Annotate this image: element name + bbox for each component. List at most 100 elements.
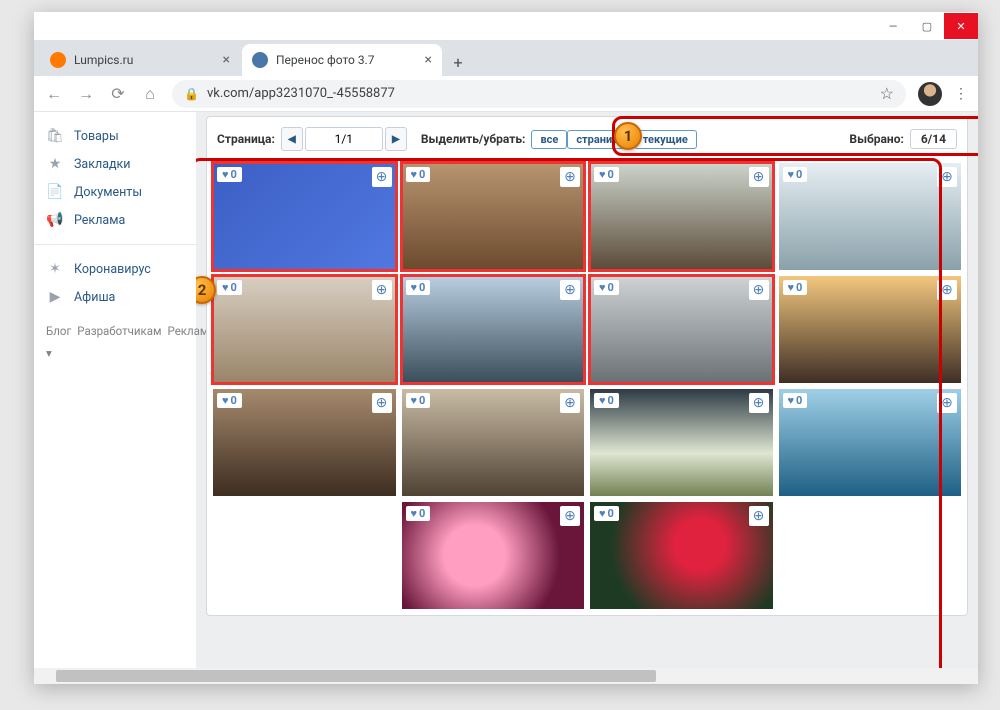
like-badge[interactable]: ♥0 [783,167,808,182]
zoom-icon[interactable]: ⊕ [372,167,392,187]
zoom-icon[interactable]: ⊕ [937,280,957,300]
favicon [252,52,268,68]
heart-icon: ♥ [411,507,418,520]
like-badge[interactable]: ♥0 [594,506,619,521]
like-count: 0 [231,281,237,294]
zoom-icon[interactable]: ⊕ [372,280,392,300]
h-scrollbar[interactable] [34,668,978,684]
heart-icon: ♥ [222,168,229,181]
like-badge[interactable]: ♥0 [406,506,431,521]
photo-thumb[interactable]: ♥0 ⊕ [213,163,396,270]
like-badge[interactable]: ♥0 [406,167,431,182]
vk-sidebar: 🛍Товары★Закладки 📄 Документы 📢Реклама ✶ Коро… [34,112,196,684]
photo-thumb[interactable]: ♥0 ⊕ [590,502,773,609]
sidebar-label: Товары [74,129,119,144]
like-count: 0 [608,394,614,407]
zoom-icon[interactable]: ⊕ [937,393,957,413]
nav-reload-icon[interactable]: ⟳ [108,84,128,103]
menu-icon[interactable]: ⋮ [954,86,968,102]
heart-icon: ♥ [222,394,229,407]
select-chip[interactable]: страница [567,130,633,149]
photo-thumb[interactable]: ♥0 ⊕ [402,389,585,496]
maximize-button[interactable]: ▢ [910,13,944,39]
nav-back-icon[interactable]: ← [44,84,64,104]
footer-link[interactable]: Разработчикам [77,324,161,338]
like-count: 0 [608,281,614,294]
photo-thumb[interactable]: ♥0 ⊕ [402,276,585,383]
zoom-icon[interactable]: ⊕ [560,280,580,300]
zoom-icon[interactable]: ⊕ [749,506,769,526]
heart-icon: ♥ [222,281,229,294]
nav-home-icon[interactable]: ⌂ [140,84,160,104]
like-badge[interactable]: ♥0 [594,393,619,408]
photo-thumb[interactable]: ♥0 ⊕ [213,276,396,383]
like-badge[interactable]: ♥0 [783,280,808,295]
zoom-icon[interactable]: ⊕ [749,393,769,413]
page-next-button[interactable]: ▶ [385,127,407,151]
sidebar-item[interactable]: 🛍Товары [46,122,184,150]
sidebar-item[interactable]: 📢Реклама [46,206,184,234]
photo-thumb[interactable]: ♥0 ⊕ [590,389,773,496]
like-badge[interactable]: ♥0 [217,393,242,408]
zoom-icon[interactable]: ⊕ [560,167,580,187]
photo-thumb[interactable]: ♥0 ⊕ [779,389,962,496]
sidebar-icon: 📄 [46,183,64,201]
like-count: 0 [796,168,802,181]
select-chip[interactable]: все [531,130,567,149]
heart-icon: ♥ [599,168,606,181]
like-count: 0 [231,394,237,407]
photo-thumb[interactable]: ♥0 ⊕ [402,163,585,270]
minimize-button[interactable]: — [876,13,910,39]
nav-fwd-icon[interactable]: → [76,84,96,104]
profile-avatar[interactable] [918,82,942,106]
like-count: 0 [231,168,237,181]
new-tab-button[interactable]: + [444,48,472,76]
heart-icon: ♥ [788,168,795,181]
zoom-icon[interactable]: ⊕ [560,506,580,526]
sidebar-item[interactable]: ★Закладки [46,150,184,178]
zoom-icon[interactable]: ⊕ [372,393,392,413]
sidebar-footer: БлогРазработчикамРекламаЕщё ▾ [46,321,184,365]
page-prev-button[interactable]: ◀ [281,127,303,151]
like-badge[interactable]: ♥0 [594,280,619,295]
photo-thumb[interactable]: ♥0 ⊕ [213,389,396,496]
tab-close-icon[interactable]: × [425,53,432,67]
zoom-icon[interactable]: ⊕ [749,167,769,187]
selected-label: Выбрано: [849,132,903,146]
favicon [50,52,66,68]
sidebar-item[interactable]: ▶Афиша [46,283,184,311]
like-badge[interactable]: ♥0 [406,393,431,408]
like-count: 0 [419,168,425,181]
zoom-icon[interactable]: ⊕ [749,280,769,300]
photo-thumb[interactable]: ♥0 ⊕ [402,502,585,609]
sidebar-label: Документы [74,185,142,200]
select-chip[interactable]: текущие [634,130,697,149]
sidebar-icon: ✶ [46,260,64,278]
close-button[interactable]: ✕ [944,13,978,39]
like-badge[interactable]: ♥0 [406,280,431,295]
like-badge[interactable]: ♥0 [217,167,242,182]
photo-thumb[interactable]: ♥0 ⊕ [590,163,773,270]
photo-thumb[interactable]: ♥0 ⊕ [590,276,773,383]
photo-thumb[interactable]: ♥0 ⊕ [779,163,962,270]
tab-close-icon[interactable]: × [223,53,230,67]
page-label: Страница: [217,132,275,146]
bookmark-icon[interactable]: ☆ [880,84,894,103]
sidebar-item[interactable]: ✶ Коронавирус [46,255,184,283]
like-badge[interactable]: ♥0 [594,167,619,182]
like-count: 0 [608,507,614,520]
browser-tab[interactable]: Перенос фото 3.7× [242,44,442,76]
url-box[interactable]: 🔒 vk.com/app3231070_-45558877 ☆ [172,80,906,108]
photo-thumb[interactable]: ♥0 ⊕ [779,276,962,383]
zoom-icon[interactable]: ⊕ [937,167,957,187]
like-count: 0 [419,281,425,294]
like-count: 0 [796,394,802,407]
browser-tab[interactable]: Lumpics.ru× [40,44,240,76]
page-input[interactable] [305,127,383,151]
sidebar-item[interactable]: 📄 Документы [46,178,184,206]
sidebar-label: Коронавирус [74,262,151,277]
zoom-icon[interactable]: ⊕ [560,393,580,413]
like-badge[interactable]: ♥0 [217,280,242,295]
like-badge[interactable]: ♥0 [783,393,808,408]
footer-link[interactable]: Блог [46,324,71,338]
